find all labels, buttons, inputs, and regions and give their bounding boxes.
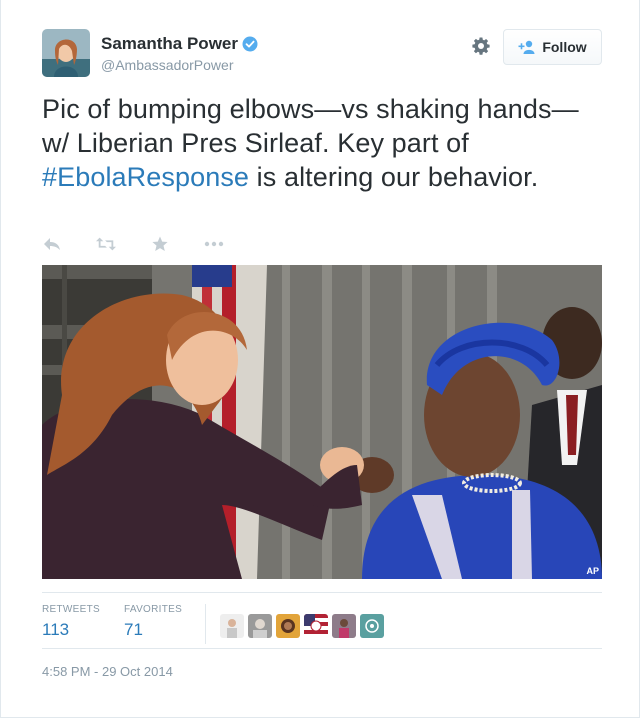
divider-bottom <box>42 648 602 649</box>
retweet-icon[interactable] <box>96 235 116 253</box>
favorites-count: 71 <box>124 620 143 639</box>
follow-person-icon <box>518 40 535 54</box>
star-icon[interactable] <box>150 235 170 253</box>
tweet-timestamp[interactable]: 4:58 PM - 29 Oct 2014 <box>42 664 173 679</box>
tweet-stats: RETWEETS 113 FAVORITES 71 <box>42 604 602 648</box>
tweet-card: Samantha Power @AmbassadorPower Follow P… <box>0 0 640 718</box>
author-name-text[interactable]: Samantha Power <box>101 34 238 54</box>
tweet-photo[interactable]: AP <box>42 265 602 579</box>
favoriter-avatar[interactable] <box>332 614 356 638</box>
favoriters-avatars <box>220 614 384 638</box>
tweet-text-after: is altering our behavior. <box>249 162 539 192</box>
favoriter-avatar[interactable] <box>360 614 384 638</box>
retweets-stat[interactable]: RETWEETS 113 <box>42 604 100 640</box>
retweets-count: 113 <box>42 620 70 639</box>
tweet-actions <box>42 234 258 254</box>
tweet-text: Pic of bumping elbows—vs shaking hands—w… <box>42 92 602 194</box>
verified-badge-icon <box>242 36 258 52</box>
favoriter-avatar[interactable] <box>276 614 300 638</box>
follow-label: Follow <box>542 39 587 55</box>
retweets-label: RETWEETS <box>42 604 100 615</box>
photo-credit: AP <box>586 566 599 576</box>
hashtag-link[interactable]: #EbolaResponse <box>42 162 249 192</box>
author-handle[interactable]: @AmbassadorPower <box>101 57 234 73</box>
stats-separator <box>205 604 206 644</box>
divider-top <box>42 592 602 593</box>
favoriter-avatar[interactable] <box>248 614 272 638</box>
gear-icon[interactable] <box>471 36 491 56</box>
avatar[interactable] <box>42 29 90 77</box>
favoriter-avatar[interactable] <box>304 614 328 638</box>
favorites-label: FAVORITES <box>124 604 183 615</box>
author-name[interactable]: Samantha Power <box>101 34 258 54</box>
follow-button[interactable]: Follow <box>503 29 602 65</box>
favorites-stat[interactable]: FAVORITES 71 <box>124 604 182 640</box>
favoriter-avatar[interactable] <box>220 614 244 638</box>
more-icon[interactable] <box>204 235 224 253</box>
tweet-text-before: Pic of bumping elbows—vs shaking hands—w… <box>42 94 579 158</box>
reply-icon[interactable] <box>42 235 62 253</box>
